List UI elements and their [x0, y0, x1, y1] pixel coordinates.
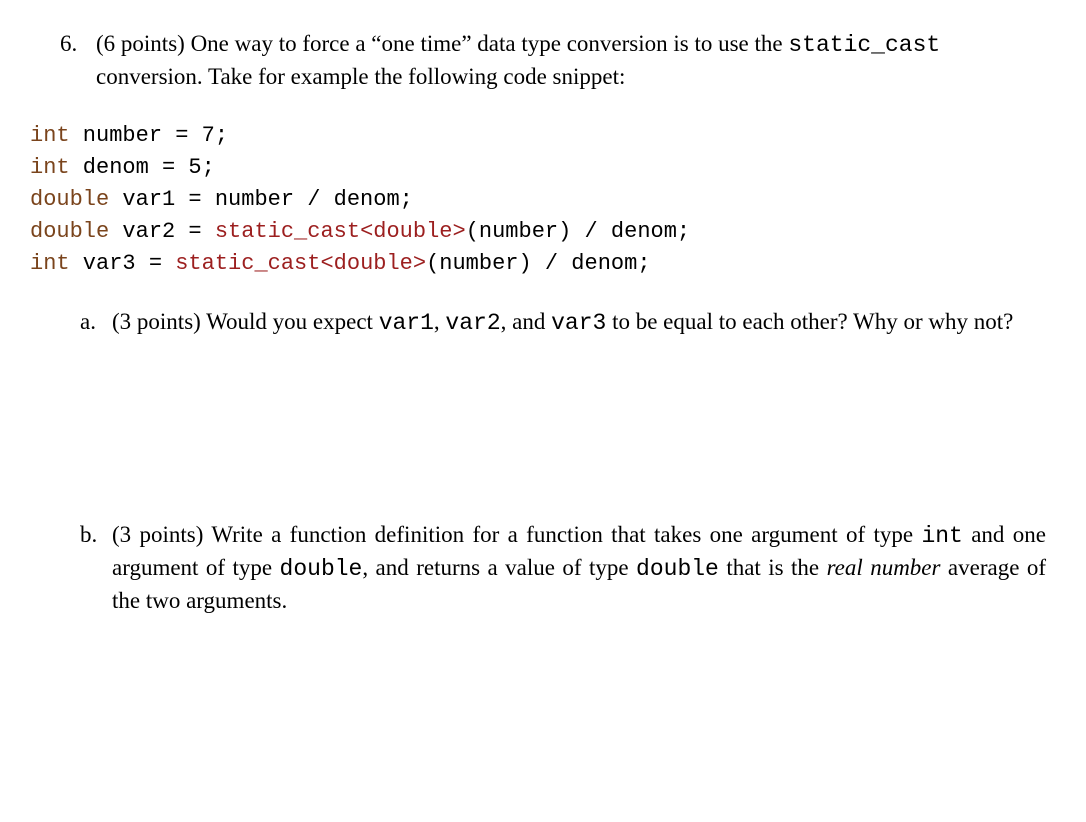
sub-label-b: b. — [80, 519, 112, 616]
inline-code-int: int — [921, 523, 962, 549]
subquestion-b: b. (3 points) Write a function definitio… — [80, 519, 1046, 616]
sub-b-text-3: , and returns a value of type — [362, 555, 636, 580]
code-text: var3 = — [70, 251, 176, 276]
question-body: (6 points) One way to force a “one time”… — [96, 28, 1056, 92]
code-text: denom = 5; — [70, 155, 215, 180]
sub-b-text-4: that is the — [719, 555, 827, 580]
question-number: 6. — [60, 28, 96, 92]
code-text: (number) / denom; — [426, 251, 650, 276]
question-text-1: One way to force a “one time” data type … — [191, 31, 789, 56]
code-text: var2 = — [109, 219, 215, 244]
inline-code-var1: var1 — [379, 310, 434, 336]
code-kw: int — [30, 123, 70, 148]
sub-b-text-1: Write a function definition for a functi… — [211, 522, 921, 547]
inline-code-static-cast: static_cast — [788, 32, 940, 58]
code-kw: double — [30, 219, 109, 244]
sub-b-italic: real number — [827, 555, 941, 580]
sub-label-a: a. — [80, 306, 112, 339]
subquestion-a: a. (3 points) Would you expect var1, var… — [80, 306, 1046, 339]
sub-a-sep1: , — [434, 309, 446, 334]
question-points: (6 points) — [96, 31, 185, 56]
code-kw: double — [30, 187, 109, 212]
sub-body-b: (3 points) Write a function definition f… — [112, 519, 1046, 616]
code-fn-static-cast: static_cast<double> — [175, 251, 426, 276]
question-text-2: conversion. Take for example the followi… — [96, 64, 625, 89]
sub-a-text-1: Would you expect — [206, 309, 379, 334]
sub-a-points: (3 points) — [112, 309, 201, 334]
sub-b-points: (3 points) — [112, 522, 203, 547]
code-kw: int — [30, 155, 70, 180]
code-text: (number) / denom; — [466, 219, 690, 244]
code-text: number = 7; — [70, 123, 228, 148]
inline-code-var2: var2 — [445, 310, 500, 336]
code-fn-static-cast: static_cast<double> — [215, 219, 466, 244]
question-6: 6. (6 points) One way to force a “one ti… — [60, 28, 1056, 92]
sub-a-text-2: to be equal to each other? Why or why no… — [606, 309, 1013, 334]
code-kw: int — [30, 251, 70, 276]
code-snippet: int number = 7; int denom = 5; double va… — [30, 120, 1056, 279]
sub-a-sep2: , and — [501, 309, 551, 334]
sub-body-a: (3 points) Would you expect var1, var2, … — [112, 306, 1046, 339]
page: 6. (6 points) One way to force a “one ti… — [0, 0, 1086, 646]
inline-code-double: double — [280, 556, 363, 582]
inline-code-var3: var3 — [551, 310, 606, 336]
code-text: var1 = number / denom; — [109, 187, 413, 212]
inline-code-double-2: double — [636, 556, 719, 582]
